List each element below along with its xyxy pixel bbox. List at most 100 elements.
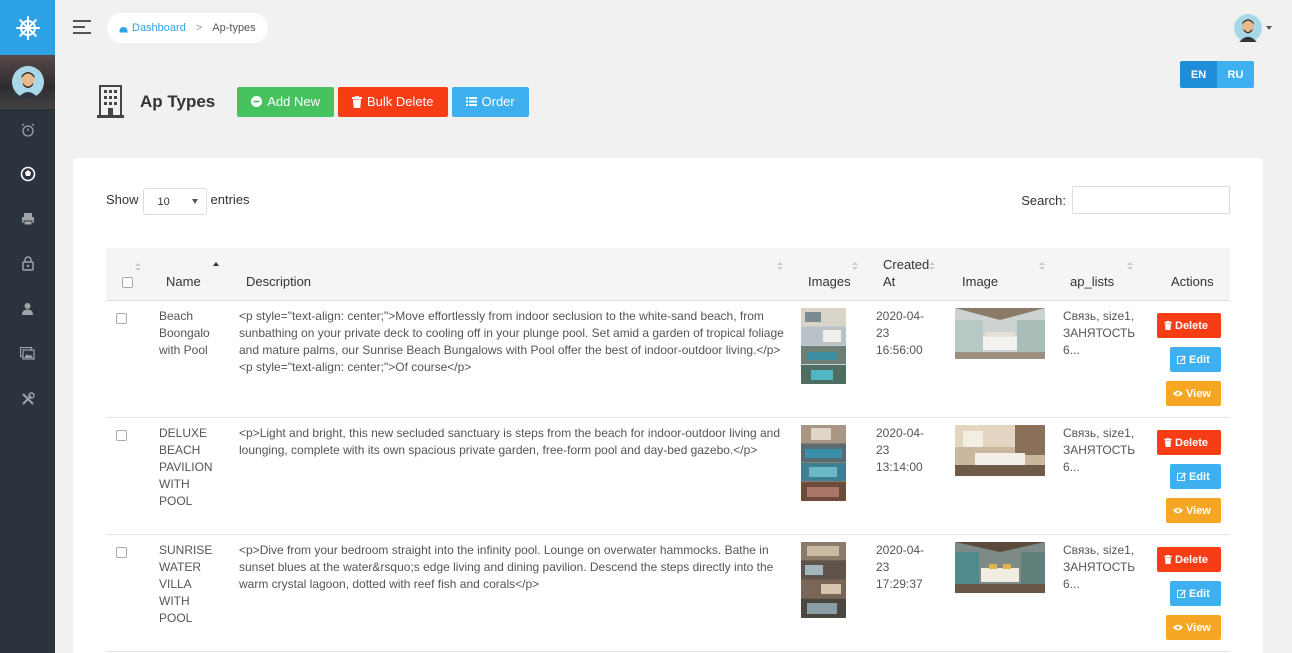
water-villa-photo-collage bbox=[801, 542, 846, 618]
edit-button[interactable]: Edit bbox=[1170, 464, 1221, 489]
villa-photo-collage bbox=[801, 308, 846, 384]
page-size-select[interactable]: 10 bbox=[142, 188, 207, 215]
user-menu[interactable] bbox=[1234, 14, 1272, 42]
ship-wheel-icon bbox=[15, 15, 40, 40]
edit-label: Edit bbox=[1189, 353, 1210, 366]
lang-en-button[interactable]: EN bbox=[1180, 61, 1217, 88]
pavilion-photo-collage bbox=[801, 425, 846, 501]
col-name[interactable]: Name bbox=[166, 274, 201, 289]
bulk-delete-button[interactable]: Bulk Delete bbox=[338, 86, 448, 117]
breadcrumb-dashboard-label: Dashboard bbox=[132, 22, 186, 34]
building-icon bbox=[97, 85, 124, 118]
created-time: 17:29:37 bbox=[876, 577, 923, 591]
bathroom-photo bbox=[955, 425, 1045, 476]
created-time: 16:56:00 bbox=[876, 343, 923, 357]
row-description: <p style="text-align: center;">Move effo… bbox=[239, 309, 784, 374]
edit-button[interactable]: Edit bbox=[1170, 581, 1221, 606]
row-images-thumb[interactable] bbox=[801, 425, 846, 501]
col-created-at-line1[interactable]: Created bbox=[883, 257, 929, 272]
view-button[interactable]: View bbox=[1166, 615, 1221, 640]
delete-label: Delete bbox=[1175, 436, 1209, 449]
bedroom-photo bbox=[955, 308, 1045, 359]
edit-icon bbox=[1177, 355, 1186, 364]
table-row: Beach Boongalo with Pool <p style="text-… bbox=[106, 301, 1230, 418]
plus-circle-icon bbox=[251, 96, 263, 107]
row-ap-lists: Связь, size1, ЗАНЯТОСТЬ 6... bbox=[1063, 426, 1136, 474]
show-label: Show bbox=[106, 192, 139, 207]
delete-button[interactable]: Delete bbox=[1157, 430, 1221, 455]
row-images-thumb[interactable] bbox=[801, 308, 846, 384]
lock-icon bbox=[21, 256, 34, 271]
col-ap-lists[interactable]: ap_lists bbox=[1070, 274, 1114, 289]
lang-ru-button[interactable]: RU bbox=[1217, 61, 1254, 88]
created-date-part1: 2020-04- bbox=[876, 426, 925, 440]
page-title: Ap Types bbox=[140, 91, 216, 111]
sidebar-alarm[interactable] bbox=[0, 109, 55, 151]
row-ap-lists: Связь, size1, ЗАНЯТОСТЬ 6... bbox=[1063, 309, 1136, 357]
trash-icon bbox=[352, 95, 363, 108]
sort-asc-icon[interactable] bbox=[213, 262, 219, 272]
view-label: View bbox=[1186, 621, 1211, 634]
topbar: Dashboard > Ap-types bbox=[55, 0, 1292, 55]
trash-icon bbox=[1164, 555, 1172, 564]
created-date-part2: 23 bbox=[876, 326, 890, 340]
col-description[interactable]: Description bbox=[246, 274, 311, 289]
sort-icon[interactable] bbox=[777, 262, 783, 272]
col-created-at-line2[interactable]: At bbox=[883, 274, 895, 289]
row-image-thumb[interactable] bbox=[955, 542, 1045, 593]
select-all-checkbox[interactable] bbox=[122, 277, 133, 288]
col-images[interactable]: Images bbox=[808, 274, 851, 289]
row-created-at: 2020-04- 23 17:29:37 bbox=[876, 542, 938, 593]
row-name: SUNRISE WATER VILLA WITH POOL bbox=[159, 543, 213, 625]
row-checkbox[interactable] bbox=[116, 430, 127, 441]
user-icon bbox=[22, 303, 33, 315]
app-logo[interactable] bbox=[0, 0, 55, 55]
created-date-part2: 23 bbox=[876, 560, 890, 574]
breadcrumb-dashboard[interactable]: Dashboard bbox=[119, 22, 186, 34]
data-table: Name Description Images Created At Image… bbox=[106, 248, 1230, 652]
sidebar-tools[interactable] bbox=[0, 376, 55, 421]
add-new-button[interactable]: Add New bbox=[237, 86, 335, 117]
delete-button[interactable]: Delete bbox=[1157, 547, 1221, 572]
sidebar-print[interactable] bbox=[0, 196, 55, 241]
sort-icon[interactable] bbox=[1039, 262, 1045, 272]
sort-icon[interactable] bbox=[1127, 262, 1133, 272]
table-header: Name Description Images Created At Image… bbox=[106, 248, 1230, 301]
view-button[interactable]: View bbox=[1166, 498, 1221, 523]
language-switch: EN RU bbox=[1180, 61, 1254, 88]
sidebar-gallery[interactable] bbox=[0, 331, 55, 376]
col-image[interactable]: Image bbox=[962, 274, 998, 289]
row-name: Beach Boongalo with Pool bbox=[159, 309, 210, 357]
sidebar-users[interactable] bbox=[0, 286, 55, 331]
row-checkbox[interactable] bbox=[116, 313, 127, 324]
row-image-thumb[interactable] bbox=[955, 308, 1045, 359]
row-images-thumb[interactable] bbox=[801, 542, 846, 618]
row-image-thumb[interactable] bbox=[955, 425, 1045, 476]
chevron-down-icon bbox=[1266, 26, 1272, 30]
list-icon bbox=[465, 97, 477, 106]
row-name: DELUXE BEACH PAVILION WITH POOL bbox=[159, 426, 213, 508]
row-checkbox[interactable] bbox=[116, 547, 127, 558]
delete-button[interactable]: Delete bbox=[1157, 313, 1221, 338]
order-button[interactable]: Order bbox=[451, 86, 529, 117]
sidebar-user[interactable] bbox=[0, 55, 55, 109]
sidebar-ap-types[interactable] bbox=[0, 151, 55, 196]
entries-label: entries bbox=[210, 192, 250, 207]
trash-icon bbox=[1164, 438, 1172, 447]
sidebar-security[interactable] bbox=[0, 241, 55, 286]
created-date-part2: 23 bbox=[876, 443, 890, 457]
eye-icon bbox=[1173, 507, 1183, 514]
row-ap-lists: Связь, size1, ЗАНЯТОСТЬ 6... bbox=[1063, 543, 1136, 591]
view-button[interactable]: View bbox=[1166, 381, 1221, 406]
sort-icon[interactable] bbox=[929, 262, 935, 272]
sort-icon[interactable] bbox=[852, 262, 858, 272]
delete-label: Delete bbox=[1175, 319, 1209, 332]
menu-toggle-icon[interactable] bbox=[73, 20, 93, 36]
search-input[interactable] bbox=[1072, 186, 1230, 214]
edit-button[interactable]: Edit bbox=[1170, 347, 1221, 372]
edit-label: Edit bbox=[1189, 587, 1210, 600]
row-description: <p>Light and bright, this new secluded s… bbox=[239, 426, 780, 457]
eye-icon bbox=[1173, 624, 1183, 631]
edit-label: Edit bbox=[1189, 470, 1210, 483]
row-actions: Delete Edit View bbox=[1156, 313, 1221, 415]
